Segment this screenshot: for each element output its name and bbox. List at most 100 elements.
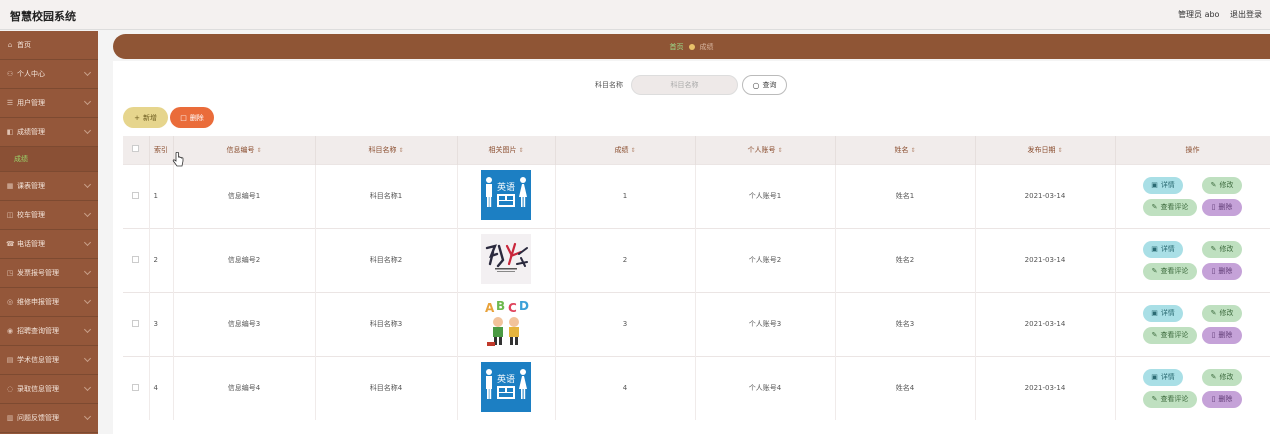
edit-button[interactable]: ✎ 修改 [1202,240,1242,258]
edit-button[interactable]: ✎ 修改 [1202,176,1242,194]
row-actions-cell: ▣ 详情 ✎ 修改 ✎ 查看评论 ▯ 删除 [1115,163,1270,228]
delete-row-button[interactable]: ▯ 删除 [1202,390,1242,408]
column-header[interactable]: 科目名称 ⇕ [315,136,458,164]
column-header[interactable]: 个人账号 ⇕ [695,136,836,164]
edit-button[interactable]: ✎ 修改 [1202,368,1242,386]
cell-text: 科目名称3 [369,320,403,328]
delete-row-button[interactable]: ▯ 删除 [1202,198,1242,216]
table-cell-score: 1 [555,163,696,228]
trash-icon: □ [180,113,187,122]
sidebar-item[interactable]: ☰ 用户管理 [0,89,98,118]
table-header-row: 索引 信息编号 ⇕ 科目名称 ⇕ 相关图片 ⇕ 成绩 ⇕ 个人账号 ⇕ 姓名 ⇕ 发布日期 ⇕ 操作 [123,136,1270,164]
svg-text:D: D [519,299,529,313]
chevron-down-icon [83,296,92,305]
delete-button[interactable]: □ 删除 [170,107,214,128]
data-table: 索引 信息编号 ⇕ 科目名称 ⇕ 相关图片 ⇕ 成绩 ⇕ 个人账号 ⇕ 姓名 ⇕ 发布日期 ⇕ 操作 1 信息编… [123,136,1270,420]
sidebar-item[interactable]: ☎ 电话管理 [0,230,98,259]
sort-icon[interactable]: ⇕ [630,147,635,154]
sidebar-item[interactable]: ◫ 校车管理 [0,201,98,230]
sidebar-item[interactable]: ◌ 录取信息管理 [0,375,98,404]
english-book-image: 英语 [481,362,531,413]
pencil-icon: ✎ [1151,331,1158,339]
select-all-checkbox[interactable] [132,145,140,153]
sort-icon[interactable]: ⇕ [1057,147,1062,154]
delete-row-button[interactable]: ▯ 删除 [1202,262,1242,280]
sidebar-item[interactable]: ▥ 问题反馈管理 [0,404,98,433]
view-comments-button[interactable]: ✎ 查看评论 [1143,390,1197,408]
doc-icon: ▣ [1151,373,1158,382]
invoice-icon: ◳ [6,269,14,277]
table-row[interactable]: 2 信息编号2 科目名称2 2 个人账号2 姓名2 2021-03-14 ▣ 详情 ✎ 修改 ✎ 查看评… [123,227,1270,292]
trash-icon: ▯ [1211,331,1216,339]
cell-text: 个人账号4 [748,384,782,393]
cell-text: 科目名称1 [369,192,403,200]
row-checkbox[interactable] [132,255,140,263]
pencil-icon: ✎ [1151,267,1158,275]
view-comments-button[interactable]: ✎ 查看评论 [1143,262,1197,280]
sidebar-item[interactable]: ◳ 发票报号管理 [0,259,98,288]
sort-icon[interactable]: ⇕ [518,147,523,154]
column-header[interactable]: 发布日期 ⇕ [975,136,1116,164]
add-button-label: 新增 [142,113,157,122]
table-cell-info-no: 信息编号4 [173,355,316,420]
delete-row-button-label: 删除 [1218,203,1233,211]
chevron-down-icon [83,383,92,392]
detail-button-label: 详情 [1160,309,1175,317]
table-cell-image: 英语 [457,355,556,420]
breadcrumb-home[interactable]: 首页 [670,42,684,52]
breadcrumb-current: 成绩 [699,42,714,51]
sort-icon[interactable]: ⇕ [777,147,782,154]
chevron-down-icon [83,325,92,334]
table-row[interactable]: 4 信息编号4 科目名称4 英语 4 个人账号4 姓名4 2021-03-14 ▣ 详情 ✎ 修改 ✎ 查… [123,355,1270,420]
sort-icon[interactable]: ⇕ [910,147,915,154]
table-row[interactable]: 3 信息编号3 科目名称3 A B C D 3 个人账号3 姓名3 2021-03-14 ▣ 详情 ✎ 修改… [123,291,1270,356]
sidebar-item[interactable]: ◧ 成绩管理 [0,118,98,147]
logout-link[interactable]: 退出登录 [1230,10,1262,19]
sidebar-item[interactable]: ▤ 学术信息管理 [0,346,98,375]
column-header[interactable]: 相关图片 ⇕ [457,136,556,164]
user-area: 管理员 abo 退出登录 [1178,9,1270,20]
delete-button-label: 删除 [189,113,204,122]
table-cell-name: 姓名3 [835,291,976,356]
row-checkbox[interactable] [132,191,140,199]
sidebar-item-label: 电话管理 [17,240,45,248]
search-input[interactable]: 科目名称 [631,75,738,95]
view-comments-button[interactable]: ✎ 查看评论 [1143,326,1197,344]
row-checkbox[interactable] [132,383,140,391]
cell-text: 个人账号2 [748,256,782,264]
detail-button[interactable]: ▣ 详情 [1143,176,1183,194]
table-cell-date: 2021-03-14 [975,291,1116,356]
view-comments-button-label: 查看评论 [1160,203,1189,211]
table-cell-index: 1 [149,163,174,228]
detail-button[interactable]: ▣ 详情 [1143,240,1183,258]
search-bar: 科目名称 科目名称 ○ 查询 [595,75,787,95]
search-button[interactable]: ○ 查询 [742,75,787,95]
delete-row-button[interactable]: ▯ 删除 [1202,326,1242,344]
table-cell-subject: 科目名称3 [315,291,458,356]
column-header[interactable]: 成绩 ⇕ [555,136,696,164]
detail-button[interactable]: ▣ 详情 [1143,304,1183,322]
sidebar-item[interactable]: ⚇ 个人中心 [0,60,98,89]
column-header[interactable]: 信息编号 ⇕ [173,136,316,164]
sort-icon[interactable]: ⇕ [256,147,261,154]
sidebar-item[interactable]: ⌂ 首页 [0,31,98,60]
sidebar-item[interactable]: ▦ 课表管理 [0,172,98,201]
cell-text: 1 [153,192,158,200]
edit-button[interactable]: ✎ 修改 [1202,304,1242,322]
add-button[interactable]: + 新增 [123,107,168,128]
edit-button-label: 修改 [1219,373,1234,382]
sidebar-item[interactable]: ◉ 招聘查询管理 [0,317,98,346]
sidebar-item[interactable]: ◎ 维修申报管理 [0,288,98,317]
column-header[interactable]: 姓名 ⇕ [835,136,976,164]
chevron-down-icon [83,209,92,218]
trash-icon: ▯ [1211,395,1216,404]
chevron-down-icon [83,180,92,189]
detail-button[interactable]: ▣ 详情 [1143,368,1183,386]
table-cell-image: ABCD [457,291,556,356]
row-checkbox[interactable] [132,319,140,327]
sort-icon[interactable]: ⇕ [398,147,403,154]
view-comments-button[interactable]: ✎ 查看评论 [1143,198,1197,216]
sidebar-subitem[interactable]: 成绩 [0,147,98,172]
content-panel: 科目名称 科目名称 ○ 查询 + 新增 □ 删除 索引 信息编号 ⇕ 科目名称 ⇕ 相关图… [113,61,1270,434]
table-row[interactable]: 1 信息编号1 科目名称1 英语 1 个人账号1 姓名1 2021-03-14 ▣ 详情 ✎ 修改 ✎ 查… [123,163,1270,228]
